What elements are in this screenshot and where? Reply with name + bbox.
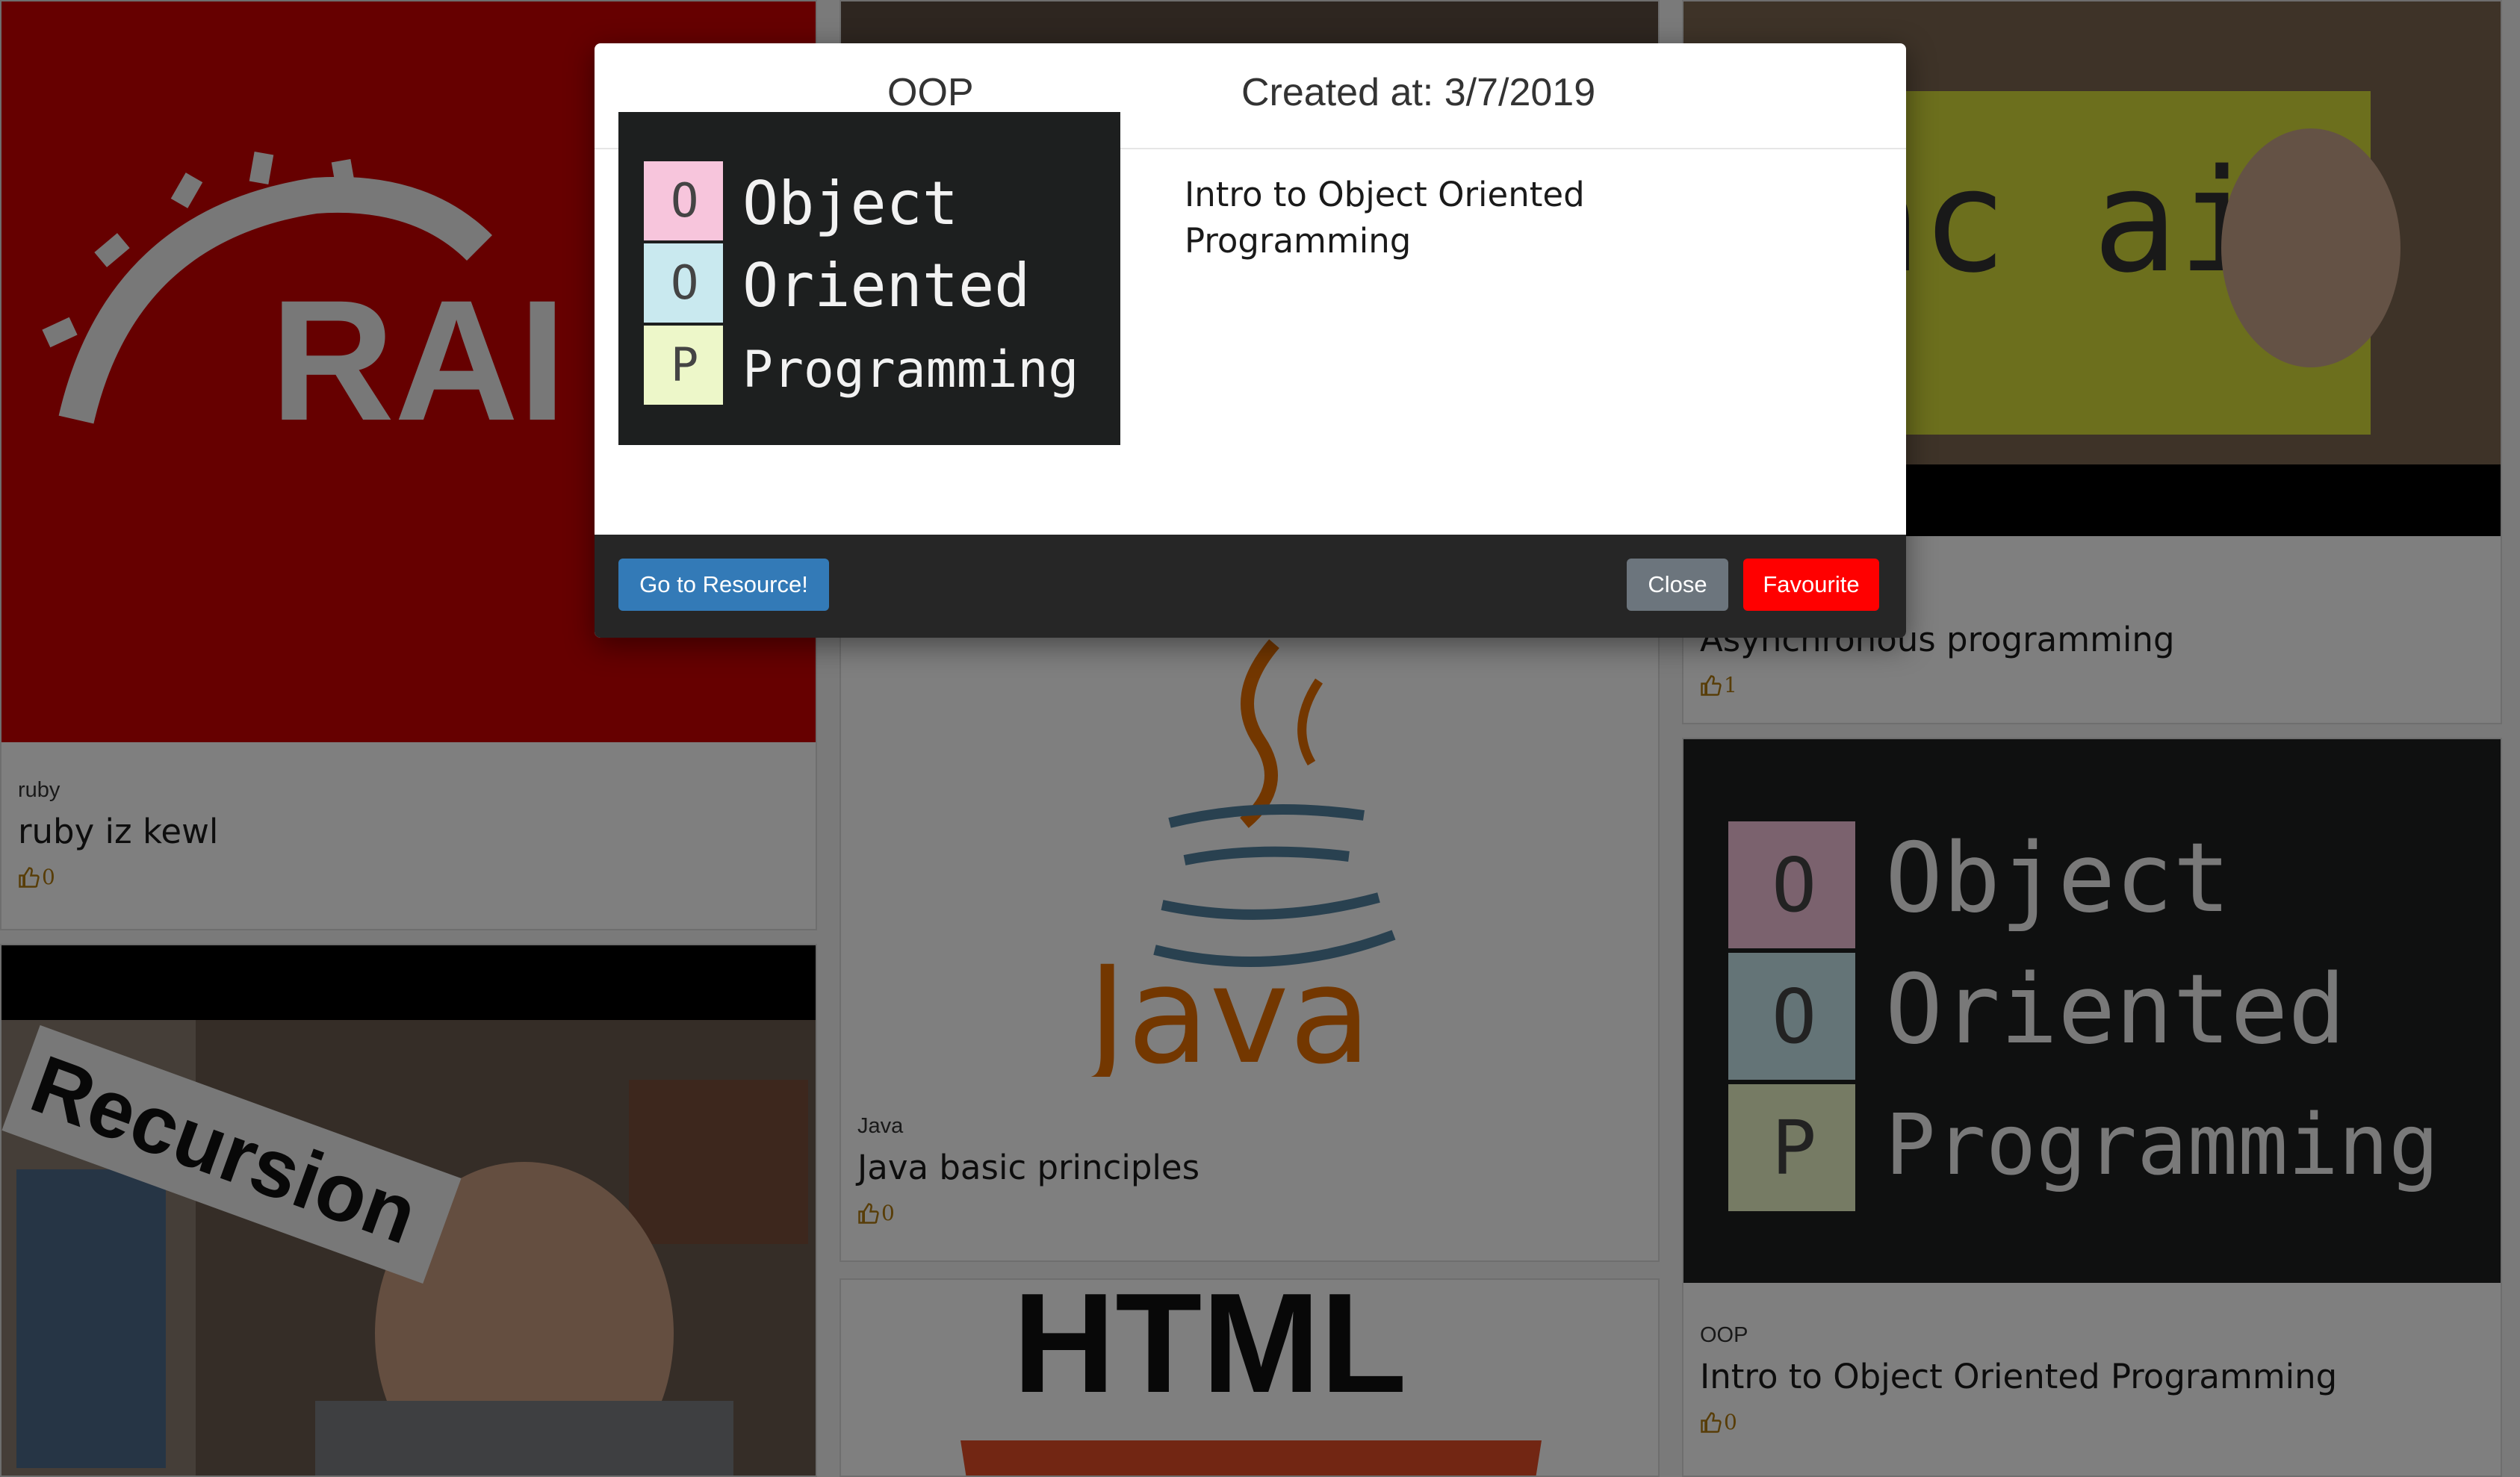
modal-image: O O P Object Oriented Programming xyxy=(618,112,1120,445)
oop-word: Object xyxy=(742,169,958,238)
oop-letter: O xyxy=(671,173,698,228)
modal-footer: Go to Resource! Close Favourite xyxy=(595,535,1906,638)
oop-chalkboard-image: O O P Object Oriented Programming xyxy=(644,161,1079,405)
go-to-resource-button[interactable]: Go to Resource! xyxy=(618,559,829,611)
modal-title: OOP xyxy=(887,71,974,114)
oop-letter: O xyxy=(671,255,698,310)
modal-created-date: Created at: 3/7/2019 xyxy=(1241,71,1596,114)
oop-letter: P xyxy=(671,338,698,392)
modal-description: Intro to Object Oriented Programming xyxy=(1185,175,1585,261)
resource-modal: OOP Created at: 3/7/2019 O O P Object Or… xyxy=(595,43,1906,638)
favourite-button[interactable]: Favourite xyxy=(1743,559,1879,611)
close-button[interactable]: Close xyxy=(1627,559,1728,611)
oop-word: Programming xyxy=(742,341,1079,399)
oop-word: Oriented xyxy=(742,251,1030,320)
